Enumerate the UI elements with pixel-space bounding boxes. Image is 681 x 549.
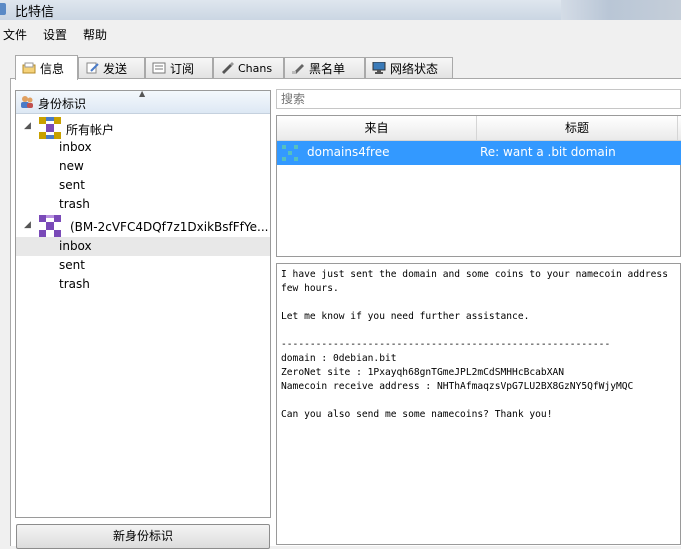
window-controls[interactable] [561, 0, 681, 20]
message-body[interactable]: I have just sent the domain and some coi… [276, 263, 681, 545]
chans-icon [220, 62, 234, 74]
message-row[interactable]: domains4free Re: want a .bit domain [277, 141, 681, 165]
identities-icon [20, 95, 34, 109]
tree-item-identity-inbox[interactable]: inbox [16, 237, 270, 256]
folder-label: inbox [59, 140, 92, 154]
tab-messages-label: 信息 [40, 61, 65, 76]
app-icon [0, 3, 6, 15]
tab-network-status-label: 网络状态 [390, 61, 439, 76]
all-accounts-avatar-icon [39, 117, 61, 139]
identity-tree[interactable]: 身份标识 ▲ ◢ 所有帐户 inbox new sent trash ◢ (BM… [15, 89, 271, 518]
tab-messages[interactable]: 信息 [15, 55, 78, 80]
tree-item-all-inbox[interactable]: inbox [16, 138, 270, 157]
expand-arrow-icon: ◢ [24, 220, 31, 230]
folder-label: new [59, 159, 84, 173]
tab-send[interactable]: 发送 [78, 57, 145, 78]
message-subject: Re: want a .bit domain [480, 145, 616, 159]
tree-header[interactable]: 身份标识 ▲ [16, 89, 270, 114]
column-subject[interactable]: 标题 [477, 116, 678, 140]
inbox-icon [22, 62, 36, 74]
tree-item-all-sent[interactable]: sent [16, 176, 270, 195]
all-accounts-label: 所有帐户 [66, 123, 115, 137]
tree-item-all-trash[interactable]: trash [16, 195, 270, 214]
tree-item-identity-trash[interactable]: trash [16, 275, 270, 294]
sort-indicator-icon: ▲ [139, 89, 146, 98]
tree-item-identity-sent[interactable]: sent [16, 256, 270, 275]
folder-label: inbox [59, 239, 92, 253]
folder-label: sent [59, 178, 85, 192]
send-icon [85, 62, 99, 74]
menu-settings[interactable]: 设置 [43, 26, 67, 43]
window-title: 比特信 [15, 5, 55, 20]
tab-chans[interactable]: Chans [213, 57, 284, 78]
tab-send-label: 发送 [103, 61, 128, 76]
folder-label: trash [59, 277, 90, 291]
tree-item-identity[interactable]: ◢ (BM-2cVFC4DQf7z1DxikBsfFfYe... [16, 214, 270, 238]
menu-bar: 文件 设置 帮助 [0, 23, 681, 43]
identity-avatar-icon [39, 215, 61, 237]
subscriptions-icon [152, 62, 166, 74]
tree-item-all-new[interactable]: new [16, 157, 270, 176]
blacklist-icon [291, 62, 305, 75]
title-bar: 比特信 [0, 0, 681, 20]
search-input[interactable] [276, 89, 681, 109]
message-list[interactable]: 来自 标题 domains4free Re: want a .bit domai… [276, 115, 681, 257]
tab-blacklist[interactable]: 黑名单 [284, 57, 365, 78]
menu-file[interactable]: 文件 [3, 26, 27, 43]
identity-label: (BM-2cVFC4DQf7z1DxikBsfFfYe... [70, 220, 269, 234]
menu-help[interactable]: 帮助 [83, 26, 107, 43]
folder-label: trash [59, 197, 90, 211]
message-body-text: I have just sent the domain and some coi… [281, 269, 668, 420]
new-identity-button[interactable]: 新身份标识 [16, 524, 270, 549]
column-from[interactable]: 来自 [277, 116, 477, 140]
tab-bar: 信息 发送 订阅 Chans 黑名单 网络状态 [10, 55, 681, 80]
network-status-icon [372, 61, 386, 74]
expand-arrow-icon: ◢ [24, 121, 31, 131]
tab-subscriptions[interactable]: 订阅 [145, 57, 213, 78]
message-list-header: 来自 标题 [277, 116, 681, 141]
sender-avatar-icon [280, 143, 300, 163]
message-from: domains4free [307, 145, 390, 159]
tab-network-status[interactable]: 网络状态 [365, 57, 453, 78]
tab-subscriptions-label: 订阅 [170, 61, 195, 76]
tab-chans-label: Chans [238, 61, 273, 75]
tab-blacklist-label: 黑名单 [309, 61, 346, 76]
folder-label: sent [59, 258, 85, 272]
tree-header-label: 身份标识 [38, 97, 87, 111]
